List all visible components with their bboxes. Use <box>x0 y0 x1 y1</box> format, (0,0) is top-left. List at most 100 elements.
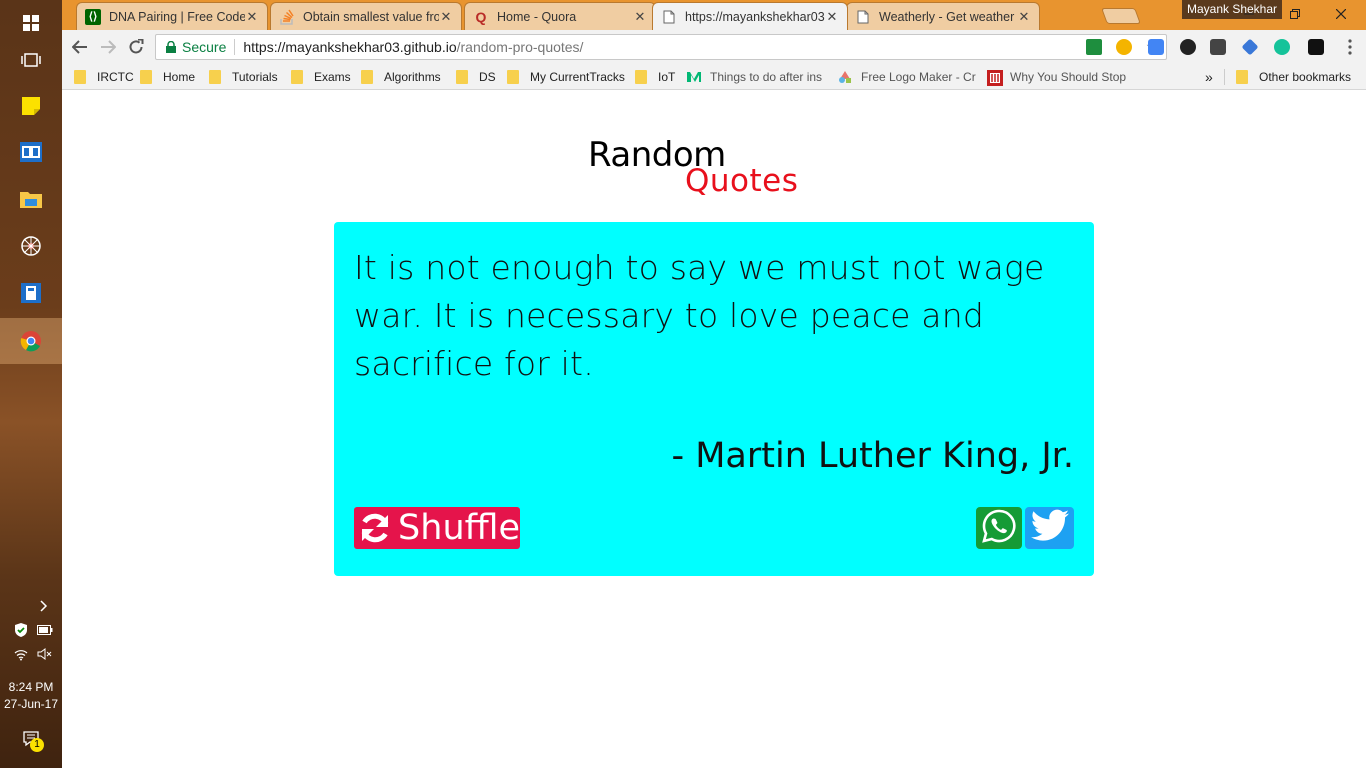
tab-stackoverflow[interactable]: Obtain smallest value fro ✕ <box>270 2 462 30</box>
spider-app-icon[interactable] <box>0 223 62 269</box>
close-tab-icon[interactable]: ✕ <box>245 9 259 25</box>
close-window-icon[interactable] <box>1318 0 1364 28</box>
tab-weatherly[interactable]: Weatherly - Get weather ✕ <box>846 2 1040 30</box>
shuffle-button[interactable]: Shuffle <box>354 507 520 549</box>
folder-icon <box>635 70 647 84</box>
reload-icon[interactable] <box>123 35 149 59</box>
folder-icon <box>507 70 519 84</box>
file-explorer-icon[interactable] <box>0 176 62 222</box>
defender-icon[interactable] <box>12 622 30 638</box>
bookmark-folder-irctc[interactable]: IRCTC <box>74 68 134 86</box>
folder-icon <box>291 70 303 84</box>
bookmark-folder-ds[interactable]: DS <box>456 68 496 86</box>
notification-badge: 1 <box>30 738 44 752</box>
taskbar-time[interactable]: 8:24 PM <box>0 679 62 695</box>
bookmark-folder-iot[interactable]: IoT <box>635 68 675 86</box>
page-content: Random Quotes It is not enough to say we… <box>62 91 1366 768</box>
tab-random-quotes[interactable]: https://mayankshekhar03 ✕ <box>652 2 848 30</box>
medium-icon <box>687 70 701 84</box>
adguard-extension-icon[interactable] <box>1086 39 1102 55</box>
bookmark-folder-currenttracks[interactable]: My CurrentTracks <box>507 68 625 86</box>
browser-toolbar: Secure https://mayankshekhar03.github.io… <box>62 30 1366 64</box>
extension-icon[interactable] <box>1241 38 1259 56</box>
close-tab-icon[interactable]: ✕ <box>633 9 647 25</box>
bookmark-label: Free Logo Maker - Cr <box>861 70 976 84</box>
menu-icon[interactable] <box>1337 35 1363 59</box>
folder-icon <box>1236 70 1248 84</box>
address-bar[interactable]: Secure https://mayankshekhar03.github.io… <box>155 34 1167 60</box>
bookmark-folder-exams[interactable]: Exams <box>291 68 351 86</box>
page-icon <box>855 9 871 25</box>
dolby-app-icon[interactable] <box>0 129 62 175</box>
bookmark-label: IoT <box>658 70 676 84</box>
restore-icon[interactable] <box>1272 0 1318 28</box>
bookmark-folder-algorithms[interactable]: Algorithms <box>361 68 441 86</box>
folder-icon <box>140 70 152 84</box>
bookmark-why-you-should-stop[interactable]: Why You Should Stop <box>987 68 1126 86</box>
incognito-extension-icon[interactable] <box>1210 39 1226 55</box>
close-tab-icon[interactable]: ✕ <box>1017 9 1031 25</box>
bookmark-label: My CurrentTracks <box>530 70 625 84</box>
action-center-icon[interactable]: 1 <box>20 728 44 752</box>
bookmark-label: Exams <box>314 70 351 84</box>
shuffle-label: Shuffle <box>398 508 520 548</box>
back-icon[interactable] <box>67 35 93 59</box>
bookmark-label: Other bookmarks <box>1259 70 1352 84</box>
tab-dna-pairing[interactable]: ⟨⟩ DNA Pairing | Free Code ✕ <box>76 2 268 30</box>
page-icon <box>661 9 677 25</box>
bookmark-label: Things to do after ins <box>710 70 823 84</box>
sticky-notes-icon[interactable] <box>0 83 62 129</box>
minimize-icon[interactable] <box>1226 0 1272 28</box>
other-bookmarks-folder[interactable]: Other bookmarks <box>1236 68 1351 86</box>
amazon-extension-icon[interactable] <box>1308 39 1324 55</box>
separator <box>234 39 236 55</box>
logo-quotes-text: Quotes <box>685 163 799 199</box>
bookmark-label: DS <box>479 70 496 84</box>
quote-text: It is not enough to say we must not wage… <box>354 248 1045 383</box>
bookmark-things-to-do[interactable]: Things to do after ins <box>687 68 822 86</box>
task-view-icon[interactable] <box>0 37 62 83</box>
battery-icon[interactable] <box>36 622 54 638</box>
bookmarks-bar: IRCTC Home Tutorials Exams Algorithms DS… <box>62 64 1366 90</box>
bookmark-folder-tutorials[interactable]: Tutorials <box>209 68 278 86</box>
chevron-right-icon[interactable] <box>36 598 52 614</box>
secure-label: Secure <box>182 39 227 55</box>
grammarly-extension-icon[interactable] <box>1274 39 1290 55</box>
translate-extension-icon[interactable] <box>1148 39 1164 55</box>
windows-taskbar: 8:24 PM 27-Jun-17 1 <box>0 0 62 768</box>
folder-icon <box>74 70 86 84</box>
tab-quora[interactable]: Q Home - Quora ✕ <box>464 2 656 30</box>
taskbar-date[interactable]: 27-Jun-17 <box>0 696 62 712</box>
bookmark-label: IRCTC <box>97 70 134 84</box>
close-tab-icon[interactable]: ✕ <box>439 9 453 25</box>
volume-muted-icon[interactable] <box>36 646 54 662</box>
quote-author: - Martin Luther King, Jr. <box>671 436 1074 476</box>
bookmark-label: Algorithms <box>384 70 441 84</box>
fcc-icon: ⟨⟩ <box>85 8 101 25</box>
clipboard-app-icon[interactable] <box>0 270 62 316</box>
bookmark-folder-home[interactable]: Home <box>140 68 195 86</box>
bookmarks-overflow-button[interactable]: » <box>1205 68 1213 86</box>
quora-icon: Q <box>475 8 487 25</box>
quote-card: It is not enough to say we must not wage… <box>334 222 1094 576</box>
new-tab-button[interactable] <box>1101 8 1141 24</box>
extension-icon[interactable] <box>1116 39 1132 55</box>
url-path: /random-pro-quotes/ <box>456 39 584 55</box>
tab-title: Obtain smallest value fro <box>303 9 439 24</box>
colorzilla-extension-icon[interactable] <box>1180 39 1196 55</box>
twitter-bird-icon <box>1030 509 1070 547</box>
forward-icon[interactable] <box>95 35 121 59</box>
logo-maker-icon <box>838 70 852 84</box>
twitter-share-button[interactable] <box>1025 507 1074 549</box>
wifi-icon[interactable] <box>12 646 30 662</box>
tab-title: DNA Pairing | Free Code <box>109 9 245 24</box>
bookmark-free-logo-maker[interactable]: Free Logo Maker - Cr <box>838 68 976 86</box>
refresh-icon <box>357 508 392 548</box>
stackoverflow-icon <box>279 9 295 25</box>
tab-title: Home - Quora <box>497 9 577 24</box>
chrome-taskbar-icon[interactable] <box>0 318 62 364</box>
tab-strip: ⟨⟩ DNA Pairing | Free Code ✕ Obtain smal… <box>62 0 1366 30</box>
close-tab-icon[interactable]: ✕ <box>825 9 839 25</box>
bookmark-label: Home <box>163 70 196 84</box>
whatsapp-share-button[interactable] <box>976 507 1022 549</box>
